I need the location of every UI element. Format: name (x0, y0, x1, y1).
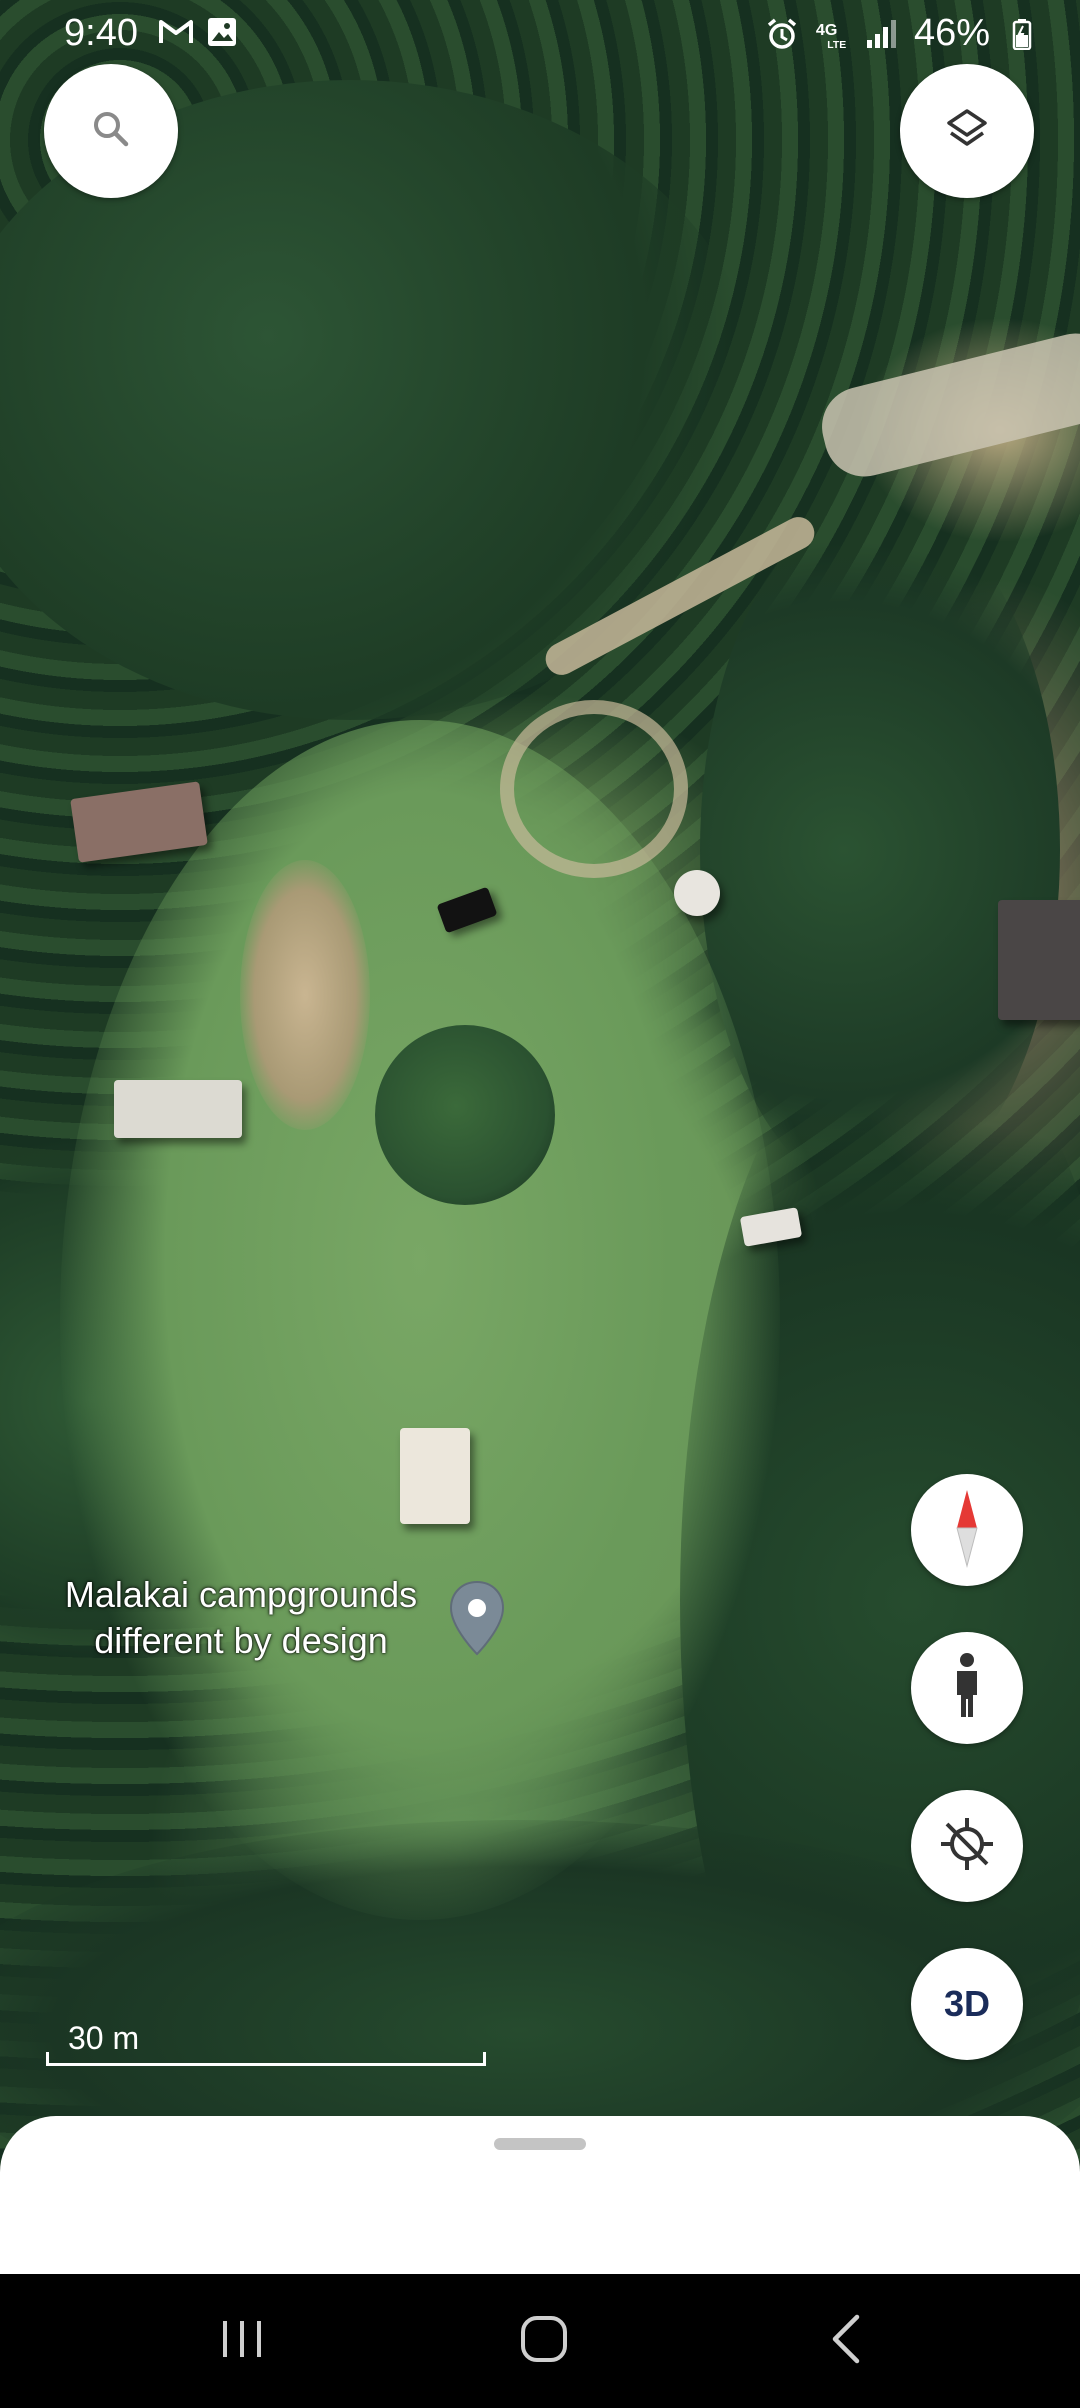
status-bar: 9:40 4G LTE 46% (0, 0, 1080, 70)
search-icon (89, 107, 133, 156)
svg-text:LTE: LTE (827, 40, 846, 51)
dirt-patch (240, 860, 370, 1130)
status-time: 9:40 (64, 12, 138, 54)
grass-field (60, 720, 780, 1920)
battery-icon (1004, 16, 1040, 52)
tree-canopy (700, 500, 1060, 1200)
3d-button[interactable]: 3D (911, 1948, 1023, 2060)
signal-icon (864, 16, 900, 52)
bottom-sheet[interactable] (0, 2116, 1080, 2276)
street-view-button[interactable] (911, 1632, 1023, 1744)
search-button[interactable] (44, 64, 178, 198)
large-tree (375, 1025, 555, 1205)
status-right-icons: 4G LTE 46% (764, 12, 1040, 55)
sheet-drag-handle[interactable] (494, 2138, 586, 2150)
compass-icon (947, 1488, 987, 1573)
pegman-icon (947, 1651, 987, 1726)
building (70, 781, 208, 863)
4g-lte-icon: 4G LTE (814, 16, 850, 52)
my-location-button[interactable] (911, 1790, 1023, 1902)
location-off-icon (935, 1812, 999, 1881)
dirt-road (813, 325, 1080, 485)
building (400, 1428, 470, 1524)
compass-button[interactable] (911, 1474, 1023, 1586)
svg-text:4G: 4G (816, 20, 837, 38)
back-button[interactable] (786, 2304, 906, 2378)
tent (674, 870, 720, 916)
place-label[interactable]: Malakai campgrounds different by design (36, 1572, 446, 1664)
building (998, 900, 1080, 1020)
battery-percent: 46% (913, 12, 990, 54)
3d-label: 3D (943, 1983, 991, 2024)
building (114, 1080, 242, 1138)
alarm-icon (764, 16, 800, 52)
home-icon (519, 2314, 569, 2369)
recents-button[interactable] (182, 2304, 302, 2378)
dirt-road (500, 700, 688, 878)
back-icon (829, 2313, 863, 2370)
place-tagline: different by design (94, 1620, 388, 1661)
scale-line (46, 2052, 486, 2066)
layers-icon (943, 105, 991, 158)
notification-icons (158, 14, 240, 50)
scale-bar: 30 m (46, 2020, 488, 2066)
recents-icon (217, 2317, 267, 2366)
map-pin-icon[interactable] (448, 1580, 506, 1663)
system-nav-bar (0, 2274, 1080, 2408)
gmail-icon (158, 14, 194, 50)
gallery-icon (204, 14, 240, 50)
layers-button[interactable] (900, 64, 1034, 198)
home-button[interactable] (484, 2304, 604, 2378)
place-name: Malakai campgrounds (64, 1574, 418, 1615)
